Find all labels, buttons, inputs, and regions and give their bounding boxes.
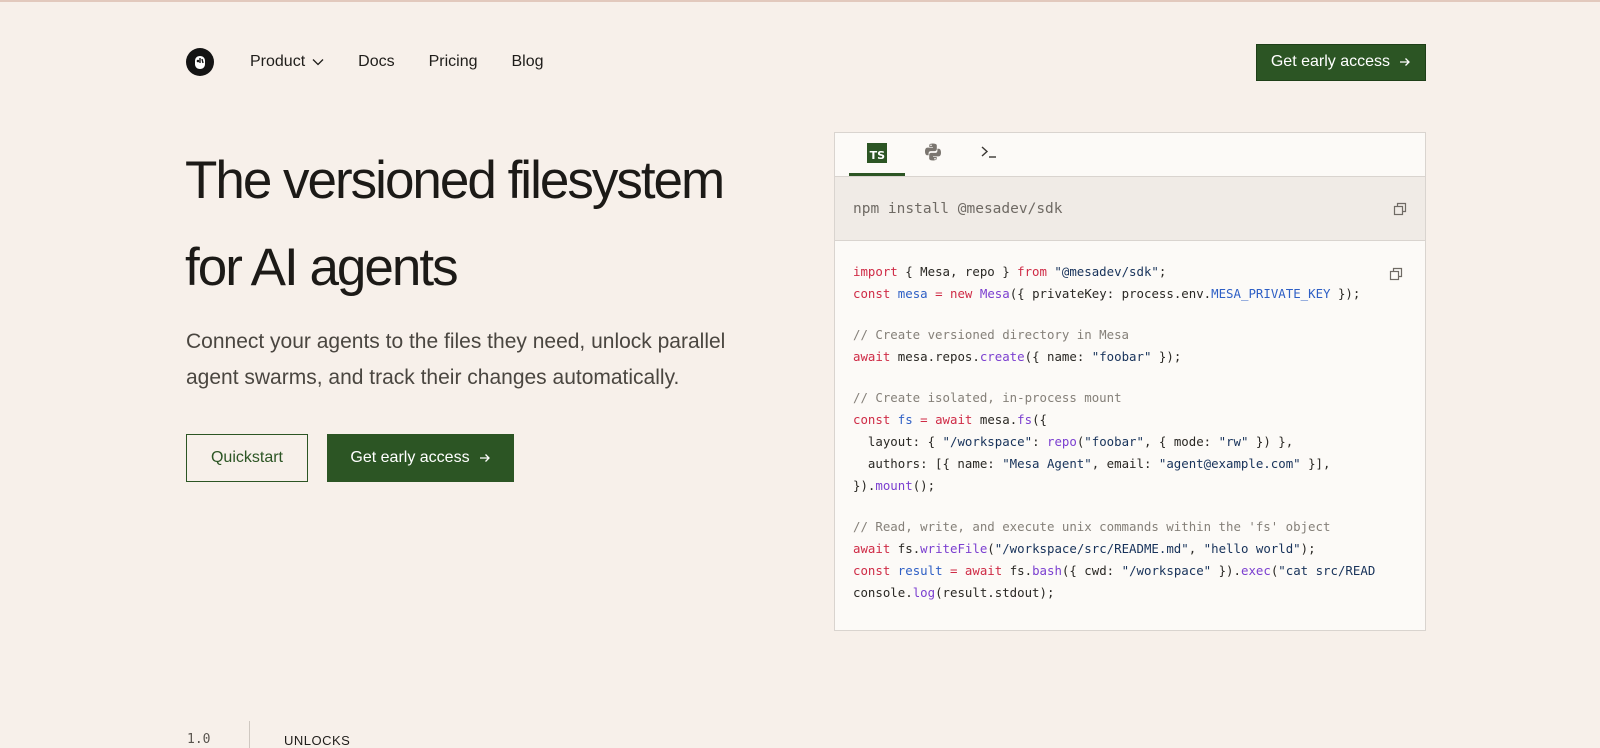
code-line: const mesa = new Mesa({ privateKey: proc…	[853, 286, 1361, 301]
hero-cta-label: Get early access	[350, 449, 470, 466]
hero-title-line1: The versioned filesystem	[185, 151, 725, 210]
arrow-right-icon	[1399, 57, 1411, 67]
hero-buttons: Quickstart Get early access	[186, 434, 514, 482]
code-block[interactable]: import { Mesa, repo } from "@mesadev/sdk…	[835, 241, 1425, 624]
section-divider	[249, 721, 250, 748]
code-line: import { Mesa, repo } from "@mesadev/sdk…	[853, 264, 1167, 279]
code-line: layout: { "/workspace": repo("foobar", {…	[853, 434, 1294, 449]
nav-product-label: Product	[250, 53, 306, 70]
code-comment: // Create versioned directory in Mesa	[853, 327, 1130, 342]
tab-python[interactable]	[905, 133, 961, 176]
nav-get-early-access-button[interactable]: Get early access	[1255, 43, 1426, 81]
hero-title: The versioned filesystem for AI agents	[185, 137, 725, 311]
terminal-icon	[980, 145, 998, 164]
hero-subtitle: Connect your agents to the files they ne…	[186, 330, 726, 389]
code-line: authors: [{ name: "Mesa Agent", email: "…	[853, 456, 1331, 471]
tab-terminal[interactable]	[961, 133, 1017, 176]
nav-product[interactable]: Product	[250, 53, 324, 71]
chevron-down-icon	[312, 58, 324, 66]
quickstart-button[interactable]: Quickstart	[186, 434, 308, 482]
copy-code-icon[interactable]	[1389, 267, 1403, 281]
nav-docs[interactable]: Docs	[358, 53, 394, 71]
tab-typescript[interactable]: TS	[849, 133, 905, 176]
code-comment: // Create isolated, in-process mount	[853, 390, 1122, 405]
language-tabs: TS	[835, 133, 1425, 177]
typescript-icon: TS	[867, 143, 887, 163]
nav-blog[interactable]: Blog	[512, 53, 544, 71]
hero-get-early-access-button[interactable]: Get early access	[327, 434, 514, 482]
code-panel: TS npm install @mesadev/sdk import { Mes…	[834, 132, 1426, 631]
top-nav: Product Docs Pricing Blog Get early acce…	[186, 42, 1426, 82]
code-line: }).mount();	[853, 478, 936, 493]
install-command-bar: npm install @mesadev/sdk	[835, 177, 1425, 241]
section-number: 1.0	[187, 732, 211, 747]
code-line: const result = await fs.bash({ cwd: "/wo…	[853, 563, 1376, 578]
python-icon	[923, 142, 943, 167]
code-comment: // Read, write, and execute unix command…	[853, 519, 1331, 534]
code-line: await fs.writeFile("/workspace/src/READM…	[853, 541, 1316, 556]
install-command[interactable]: npm install @mesadev/sdk	[853, 201, 1063, 217]
copy-icon[interactable]	[1393, 202, 1407, 216]
nav-links: Product Docs Pricing Blog	[250, 53, 578, 71]
code-line: console.log(result.stdout);	[853, 585, 1055, 600]
nav-cta-label: Get early access	[1270, 53, 1390, 70]
section-label: UNLOCKS	[284, 733, 351, 748]
code-line: await mesa.repos.create({ name: "foobar"…	[853, 349, 1182, 364]
arrow-right-icon	[479, 453, 491, 463]
code-line: const fs = await mesa.fs({	[853, 412, 1048, 427]
mesa-logo-icon[interactable]	[186, 48, 214, 76]
hero-title-line2: for AI agents	[185, 238, 459, 297]
nav-pricing[interactable]: Pricing	[429, 53, 478, 71]
